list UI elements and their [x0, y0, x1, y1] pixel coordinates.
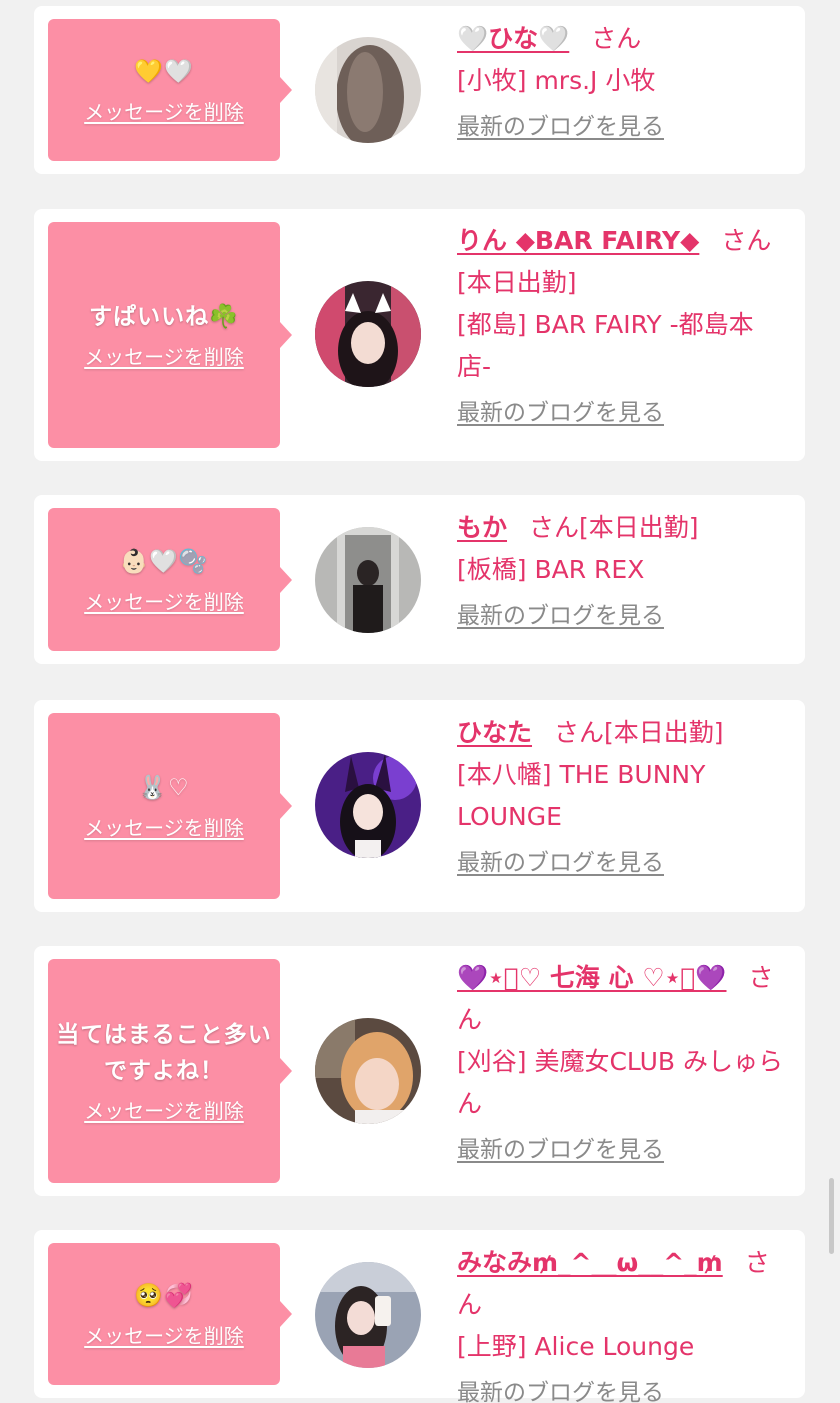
- avatar[interactable]: [315, 527, 421, 633]
- honorific: さん: [529, 513, 580, 542]
- avatar-photo-cat-ears: [315, 281, 421, 387]
- message-text: 💛🤍: [134, 59, 194, 85]
- list-item: 当てはまること多いですよね！ メッセージを削除 💜⋆͛♡ 七海 心 ♡⋆͛💜 さん…: [34, 946, 805, 1196]
- status-badge: [本日出勤]: [604, 718, 724, 747]
- name-line: もか さん[本日出勤]: [457, 507, 787, 549]
- profile-name-link[interactable]: ひなた: [457, 718, 532, 747]
- honorific: さん: [721, 226, 772, 255]
- honorific: さん: [591, 24, 642, 53]
- name-line: ひなた さん[本日出勤]: [457, 712, 787, 754]
- message-text: 当てはまること多いですよね！: [56, 1022, 272, 1084]
- message-bubble: すぱいいね☘️ メッセージを削除: [48, 222, 292, 448]
- avatar-photo-phone: [315, 1262, 421, 1368]
- profile-info: りん ◆BAR FAIRY◆ さん [本日出勤] [都島] BAR FAIRY -…: [457, 220, 787, 428]
- profile-info: みなみ₥_^__ω__^_₥ さん [上野] Alice Lounge 最新のブロ…: [457, 1242, 787, 1403]
- avatar-photo-hair: [315, 37, 421, 143]
- message-bubble: 💛🤍 メッセージを削除: [48, 19, 292, 161]
- avatar-photo-mirror: [315, 527, 421, 633]
- message-bubble: 当てはまること多いですよね！ メッセージを削除: [48, 959, 292, 1183]
- name-line: 🤍ひな🤍 さん: [457, 18, 787, 60]
- shop-line: [本日出勤]: [457, 268, 577, 297]
- avatar[interactable]: [315, 1018, 421, 1124]
- list-item: すぱいいね☘️ メッセージを削除 りん ◆BAR FAIRY◆ さん [本日出勤]…: [34, 209, 805, 461]
- delete-message-button[interactable]: メッセージを削除: [84, 588, 244, 616]
- shop-line: [板橋] BAR REX: [457, 555, 645, 584]
- profile-info: ひなた さん[本日出勤] [本八幡] THE BUNNY LOUNGE 最新のブロ…: [457, 712, 787, 878]
- delete-message-button[interactable]: メッセージを削除: [84, 343, 244, 371]
- scrollbar[interactable]: [829, 1178, 834, 1254]
- message-text: 👶🏻🤍🫧: [119, 548, 209, 575]
- avatar[interactable]: [315, 1262, 421, 1368]
- list-item: 👶🏻🤍🫧 メッセージを削除 もか さん[本日出勤] [板橋] BAR REX 最新…: [34, 495, 805, 664]
- message-text: 🥺💞: [134, 1283, 194, 1309]
- delete-message-button[interactable]: メッセージを削除: [84, 98, 244, 126]
- shop-line: [都島] BAR FAIRY -都島本店-: [457, 310, 754, 381]
- status-badge: [本日出勤]: [579, 513, 699, 542]
- view-blog-link[interactable]: 最新のブログを見る: [457, 1378, 664, 1403]
- profile-name-link[interactable]: みなみ₥_^__ω__^_₥: [457, 1248, 723, 1277]
- name-line: 💜⋆͛♡ 七海 心 ♡⋆͛💜 さん: [457, 957, 787, 1041]
- shop-line: [小牧] mrs.J 小牧: [457, 66, 656, 95]
- message-text: 🐰♡: [138, 775, 190, 801]
- delete-message-button[interactable]: メッセージを削除: [84, 1322, 244, 1350]
- avatar-photo-bunny: [315, 752, 421, 858]
- profile-name-link[interactable]: もか: [457, 513, 507, 542]
- profile-info: もか さん[本日出勤] [板橋] BAR REX 最新のブログを見る: [457, 507, 787, 631]
- shop-line: [刈谷] 美魔女CLUB みしゅらん: [457, 1047, 783, 1118]
- message-bubble: 👶🏻🤍🫧 メッセージを削除: [48, 508, 292, 651]
- message-bubble: 🥺💞 メッセージを削除: [48, 1243, 292, 1385]
- view-blog-link[interactable]: 最新のブログを見る: [457, 1135, 664, 1165]
- list-item: 🐰♡ メッセージを削除 ひなた さん[本日出勤] [本八幡] THE BUNNY …: [34, 700, 805, 912]
- shop-line: [本八幡] THE BUNNY LOUNGE: [457, 760, 706, 831]
- list-item: 💛🤍 メッセージを削除 🤍ひな🤍 さん [小牧] mrs.J 小牧 最新のブログを…: [34, 6, 805, 174]
- view-blog-link[interactable]: 最新のブログを見る: [457, 601, 664, 631]
- avatar[interactable]: [315, 752, 421, 858]
- delete-message-button[interactable]: メッセージを削除: [84, 1097, 244, 1125]
- profile-info: 💜⋆͛♡ 七海 心 ♡⋆͛💜 さん [刈谷] 美魔女CLUB みしゅらん 最新のブ…: [457, 957, 787, 1165]
- honorific: さん: [554, 718, 605, 747]
- list-item: 🥺💞 メッセージを削除 みなみ₥_^__ω__^_₥ さん [上野] Alice …: [34, 1230, 805, 1403]
- message-bubble: 🐰♡ メッセージを削除: [48, 713, 292, 899]
- shop-line: [上野] Alice Lounge: [457, 1332, 695, 1361]
- message-text: すぱいいね☘️: [89, 304, 239, 330]
- message-list: 💛🤍 メッセージを削除 🤍ひな🤍 さん [小牧] mrs.J 小牧 最新のブログを…: [0, 0, 840, 1403]
- avatar-photo-selfie: [315, 1018, 421, 1124]
- delete-message-button[interactable]: メッセージを削除: [84, 814, 244, 842]
- view-blog-link[interactable]: 最新のブログを見る: [457, 112, 664, 142]
- avatar[interactable]: [315, 37, 421, 143]
- view-blog-link[interactable]: 最新のブログを見る: [457, 398, 664, 428]
- profile-name-link[interactable]: 💜⋆͛♡ 七海 心 ♡⋆͛💜: [457, 963, 727, 992]
- name-line: りん ◆BAR FAIRY◆ さん: [457, 220, 787, 262]
- name-line: みなみ₥_^__ω__^_₥ さん: [457, 1242, 787, 1326]
- profile-info: 🤍ひな🤍 さん [小牧] mrs.J 小牧 最新のブログを見る: [457, 18, 787, 142]
- profile-name-link[interactable]: りん ◆BAR FAIRY◆: [457, 226, 699, 255]
- avatar[interactable]: [315, 281, 421, 387]
- profile-name-link[interactable]: 🤍ひな🤍: [457, 24, 569, 53]
- view-blog-link[interactable]: 最新のブログを見る: [457, 848, 664, 878]
